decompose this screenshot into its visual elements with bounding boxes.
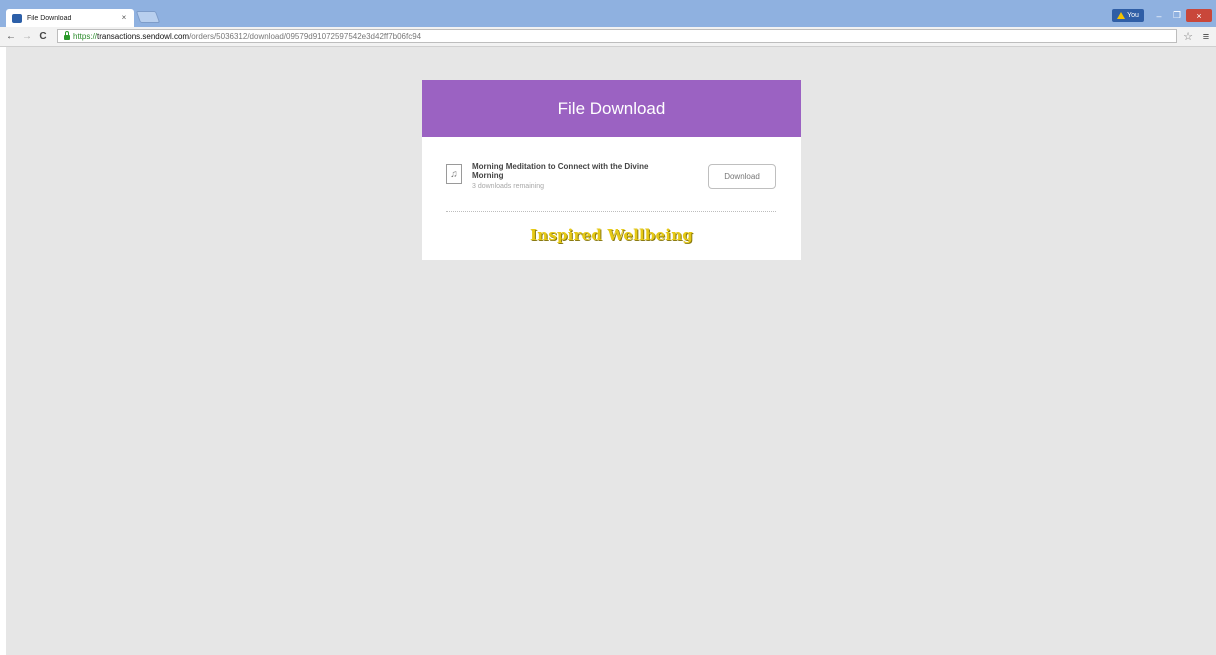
new-tab-button[interactable] [135,11,161,23]
address-bar[interactable]: https:// transactions.sendowl.com /order… [57,29,1177,43]
page-viewport: File Download ♫ Morning Meditation to Co… [6,47,1216,655]
divider [446,211,776,212]
file-item: ♫ Morning Meditation to Connect with the… [446,160,776,194]
minimize-button[interactable]: – [1150,9,1168,22]
download-button[interactable]: Download [708,164,776,189]
browser-toolbar: ← → C https:// transactions.sendowl.com … [0,27,1216,47]
url-scheme: https:// [73,31,98,41]
tab-file-download[interactable]: File Download × [6,9,134,27]
reload-button[interactable]: C [36,29,50,44]
file-name: Morning Meditation to Connect with the D… [472,162,649,180]
downloads-remaining: 3 downloads remaining [472,183,544,190]
audio-file-icon: ♫ [446,164,462,184]
maximize-button[interactable]: ❐ [1168,9,1186,22]
close-window-button[interactable]: × [1186,9,1212,22]
profile-button[interactable]: You [1112,9,1144,22]
tab-title: File Download [27,14,72,22]
url-host: transactions.sendowl.com [97,31,190,41]
tab-close-icon[interactable]: × [118,14,130,22]
back-button[interactable]: ← [4,29,18,44]
bookmark-star-icon[interactable]: ☆ [1181,29,1195,44]
lock-icon [64,30,70,40]
browser-window: File Download × You – ❐ × ← → C https://… [0,0,1216,655]
download-card: File Download ♫ Morning Meditation to Co… [422,80,801,260]
menu-icon[interactable]: ≡ [1199,29,1213,44]
forward-button[interactable]: → [20,29,34,44]
page-title: File Download [557,98,666,118]
card-header: File Download [422,80,801,137]
profile-name: You [1127,12,1139,19]
url-path: /orders/5036312/download/09579d910725975… [189,31,422,41]
warning-icon [1117,12,1126,19]
brand-logo: Inspired Wellbeing [530,226,693,244]
tab-strip: File Download × You – ❐ × [0,0,1216,27]
sendowl-owl-icon [12,13,22,23]
